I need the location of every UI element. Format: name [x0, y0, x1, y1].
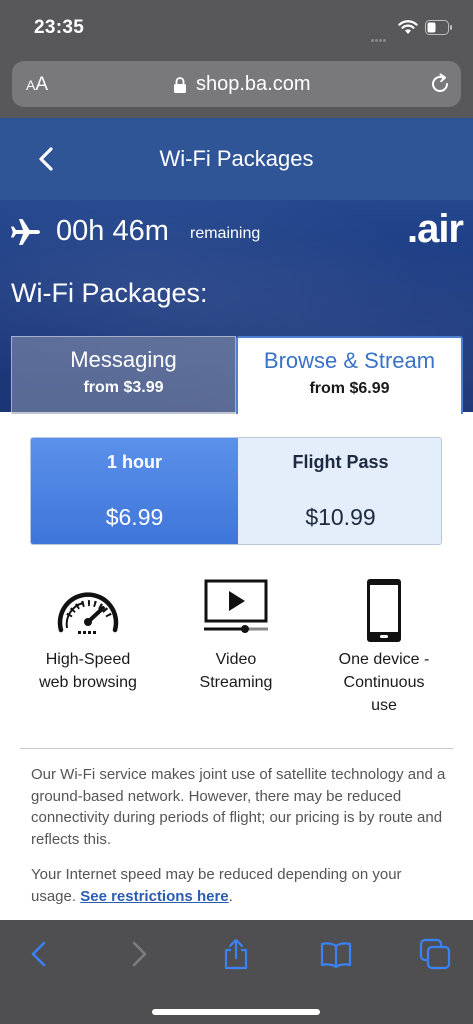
web-page: Wi-Fi Packages 00h 46m remaining .air Wi… — [0, 118, 473, 920]
feature-label: Video — [215, 651, 257, 668]
address-bar[interactable]: AA shop.ba.com — [12, 61, 461, 107]
battery-icon — [425, 20, 452, 35]
duration-option-flight-pass[interactable]: Flight Pass $10.99 — [238, 438, 441, 544]
feature-label: web browsing — [39, 674, 137, 691]
duration-name: 1 hour — [106, 452, 162, 472]
text-size-button[interactable]: AA — [26, 74, 48, 96]
tab-name: Browse & Stream — [263, 348, 436, 373]
phone-device-icon — [367, 579, 401, 642]
status-bar: 23:35 — [0, 0, 473, 58]
duration-selector: 1 hour $6.99 Flight Pass $10.99 — [30, 437, 442, 545]
url-text: shop.ba.com — [196, 73, 311, 95]
tab-name: Messaging — [70, 347, 177, 372]
time-remaining: 00h 46m — [56, 215, 169, 247]
feature-label: use — [371, 697, 397, 714]
feature-label: Continuous — [343, 674, 425, 691]
duration-price: $10.99 — [305, 504, 376, 530]
browser-toolbar — [0, 920, 473, 1024]
feature-item: High-Speed web browsing — [13, 578, 163, 694]
duration-name: Flight Pass — [292, 452, 389, 472]
duration-option-1-hour[interactable]: 1 hour $6.99 — [31, 438, 238, 544]
browser-address-area: AA shop.ba.com — [0, 58, 473, 118]
feature-item: Video Streaming — [161, 578, 311, 694]
page-title: Wi-Fi Packages — [159, 146, 314, 171]
feature-label: Streaming — [199, 674, 273, 691]
packages-heading: Wi-Fi Packages: — [11, 278, 208, 308]
package-tabs: Messaging from $3.99 Browse & Stream fro… — [11, 336, 463, 414]
page-header: Wi-Fi Packages — [0, 118, 473, 200]
remaining-label: remaining — [190, 225, 261, 242]
disclaimer-paragraph: Your Internet speed may be reduced depen… — [31, 866, 402, 905]
bookmarks-icon[interactable] — [320, 938, 352, 970]
feature-label: One device - — [338, 651, 430, 668]
cellular-signal-icon — [371, 29, 391, 42]
tab-messaging[interactable]: Messaging from $3.99 — [11, 336, 236, 414]
disclaimer-paragraph: Our Wi-Fi service makes joint use of sat… — [31, 766, 446, 848]
reload-icon[interactable] — [429, 73, 451, 95]
feature-list: High-Speed web browsing Video Streaming — [0, 578, 473, 718]
tabs-icon[interactable] — [419, 938, 451, 970]
divider — [20, 748, 453, 749]
disclaimer: Our Wi-Fi service makes joint use of sat… — [31, 764, 447, 920]
restrictions-link[interactable]: See restrictions here — [80, 888, 228, 905]
tab-price: from $3.99 — [83, 379, 164, 396]
status-time: 23:35 — [34, 17, 85, 38]
feature-label: High-Speed — [45, 651, 131, 668]
feature-item: One device - Continuous use — [309, 578, 459, 717]
back-icon[interactable] — [24, 938, 56, 970]
flight-status: 00h 46m remaining .air — [10, 207, 464, 253]
video-play-icon — [204, 579, 268, 633]
tab-browse-stream[interactable]: Browse & Stream from $6.99 — [236, 336, 463, 414]
tab-price: from $6.99 — [309, 380, 390, 397]
duration-price: $6.99 — [105, 504, 164, 530]
wifi-icon — [398, 20, 418, 34]
share-icon[interactable] — [220, 938, 252, 970]
airplane-icon — [11, 219, 40, 245]
air-logo: .air — [406, 207, 464, 251]
lock-icon — [174, 77, 186, 93]
home-indicator — [152, 1009, 320, 1015]
speedometer-icon — [57, 592, 119, 634]
forward-icon[interactable] — [122, 938, 154, 970]
